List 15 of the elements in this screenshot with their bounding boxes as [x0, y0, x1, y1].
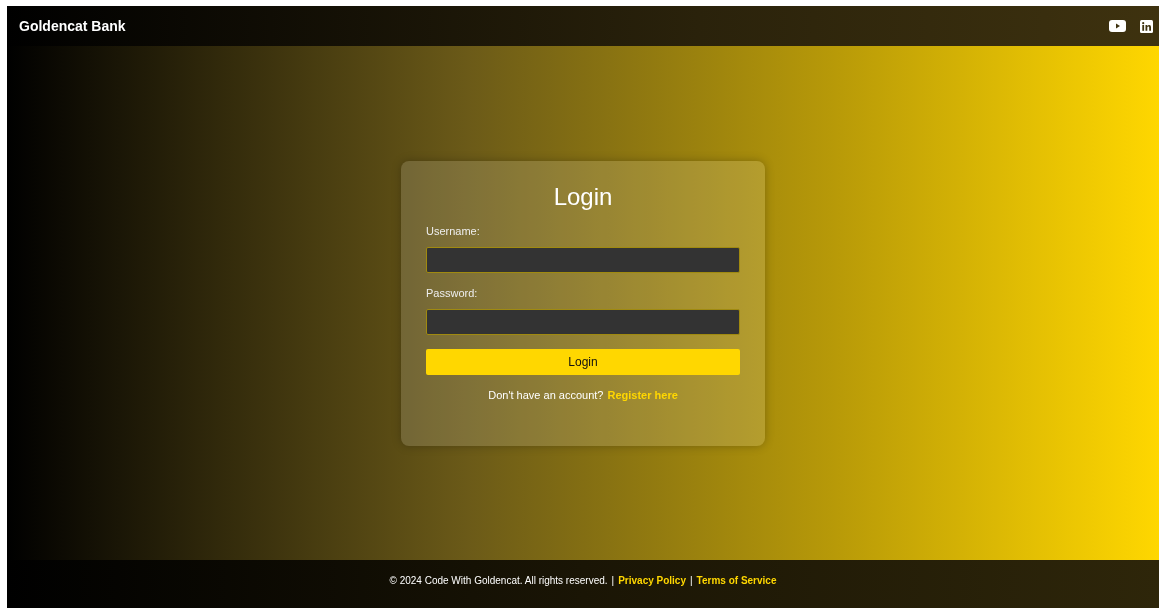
- footer-link[interactable]: Terms of Service: [696, 574, 777, 586]
- input-field[interactable]: [426, 246, 740, 273]
- video-play-icon[interactable]: [1109, 20, 1126, 32]
- login-title: Login: [552, 182, 614, 211]
- input-field[interactable]: [426, 308, 740, 335]
- linkedin-icon[interactable]: [1140, 19, 1153, 33]
- footer-link[interactable]: Privacy Policy: [618, 574, 686, 586]
- field-label: Username:: [426, 224, 480, 237]
- register-prompt: Don't have an account?: [488, 388, 604, 401]
- login-button[interactable]: Login: [426, 348, 740, 375]
- separator: |: [611, 574, 615, 586]
- separator: |: [690, 574, 693, 586]
- brand-name: Goldencat Bank: [19, 18, 126, 34]
- copyright-text: © 2024 Code With Goldencat. All rights reserved.: [389, 574, 608, 586]
- field-label: Password:: [426, 286, 478, 299]
